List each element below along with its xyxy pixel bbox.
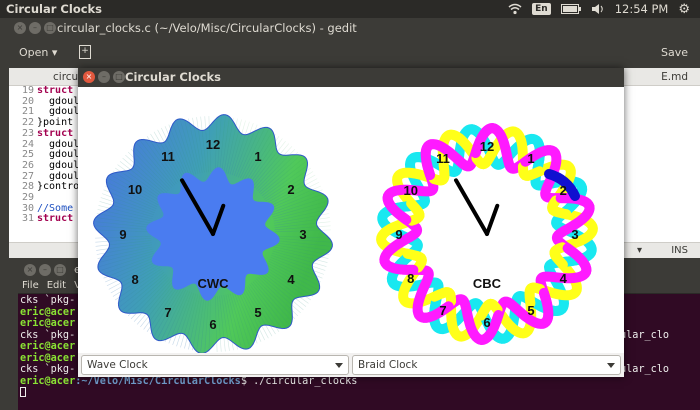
power-gear-icon[interactable]: ⚙: [678, 2, 690, 17]
terminal-cursor: [20, 387, 26, 397]
top-panel: Circular Clocks En 12:54 PM ⚙: [0, 0, 700, 18]
clock-number: 9: [119, 227, 126, 242]
braid-clock-label: CBC: [473, 276, 502, 291]
gedit-title: circular_clocks.c (~/Velo/Misc/CircularC…: [57, 21, 357, 35]
clock-number: 10: [128, 182, 142, 197]
clock-number: 2: [287, 182, 294, 197]
clock-number: 5: [254, 305, 261, 320]
clock-number: 4: [560, 271, 568, 286]
minimize-icon[interactable]: –: [29, 22, 41, 34]
chevron-down-icon: ▾: [51, 46, 58, 59]
clock-number: 10: [404, 183, 418, 198]
clock-number: 3: [571, 227, 578, 242]
terminal-menu-item[interactable]: File: [22, 280, 39, 293]
clock-number: 1: [254, 149, 261, 164]
gedit-window-controls: × – □: [14, 22, 59, 34]
clock-number: 9: [395, 227, 402, 242]
new-document-icon[interactable]: +: [79, 45, 91, 59]
clock-number: 7: [164, 305, 171, 320]
clock-number: 1: [527, 151, 534, 166]
battery-icon[interactable]: [560, 4, 581, 14]
maximize-icon[interactable]: □: [54, 264, 66, 276]
wave-clock-label: CWC: [197, 276, 229, 291]
terminal-menu-item[interactable]: Edit: [47, 280, 66, 293]
right-clock-type-select[interactable]: Braid Clock: [352, 355, 621, 375]
clock-number: 5: [527, 303, 534, 318]
clock-number: 3: [299, 227, 306, 242]
clock-number: 12: [480, 139, 494, 154]
clocks-title: Circular Clocks: [125, 70, 222, 84]
clock-number: 11: [436, 151, 450, 166]
braid-clock: 121234567891011CBC: [376, 123, 598, 345]
line-number: 31: [21, 213, 34, 225]
save-button[interactable]: Save: [661, 46, 688, 59]
gedit-titlebar[interactable]: × – □ circular_clocks.c (~/Velo/Misc/Cir…: [9, 18, 700, 38]
code-text: }contro: [37, 181, 80, 193]
clocks-window-controls: × – □: [83, 71, 128, 83]
insert-mode-indicator: INS: [671, 245, 688, 256]
line-number: 23: [21, 127, 34, 139]
open-button[interactable]: Open ▾: [19, 46, 57, 59]
close-icon[interactable]: ×: [24, 264, 36, 276]
chevron-down-icon: [335, 363, 343, 368]
right-clock-type-value: Braid Clock: [358, 359, 418, 371]
keyboard-layout-indicator[interactable]: En: [532, 3, 551, 15]
clock-number: 4: [287, 272, 295, 287]
terminal-window-controls: × – □: [24, 264, 69, 276]
close-icon[interactable]: ×: [83, 71, 95, 83]
panel-app-title: Circular Clocks: [6, 2, 103, 16]
code-text: struct: [37, 213, 74, 225]
clock-number: 8: [131, 272, 138, 287]
terminal-line: eric@acer:~/Velo/Misc/CircularClocks$ ./…: [20, 375, 358, 387]
gedit-toolbar: Open ▾ + Save: [9, 38, 700, 68]
minute-hand: [485, 203, 500, 236]
panel-clock[interactable]: 12:54 PM: [615, 2, 669, 16]
maximize-icon[interactable]: □: [44, 22, 56, 34]
clock-number: 6: [483, 315, 490, 330]
clocks-titlebar[interactable]: × – □ Circular Clocks: [78, 68, 624, 87]
chevron-down-icon: [607, 363, 615, 368]
close-icon[interactable]: ×: [14, 22, 26, 34]
tab-readme[interactable]: E.md: [661, 71, 688, 83]
minimize-icon[interactable]: –: [39, 264, 51, 276]
terminal-cursor-line: [20, 387, 698, 399]
volume-icon[interactable]: [591, 3, 605, 15]
clock-number: 12: [206, 137, 220, 152]
system-tray: En 12:54 PM ⚙: [508, 0, 700, 18]
left-clock-type-value: Wave Clock: [87, 359, 148, 371]
hour-hand: [454, 178, 489, 236]
maximize-icon[interactable]: □: [113, 71, 125, 83]
tab-circular-clocks[interactable]: circul: [53, 71, 81, 83]
clock-number: 11: [161, 149, 175, 164]
wave-clock: 121234567891011CWC: [93, 114, 333, 353]
clocks-drawing-area: 12 1 2 3 4 5 6 7 8 9 10 11 CWC 12 1 2 3 4 5 6 7 8 9 10 11 CBC: [78, 87, 624, 353]
left-clock-type-select[interactable]: Wave Clock: [81, 355, 349, 375]
circular-clocks-window: × – □ Circular Clocks 12 1 2 3 4 5 6 7 8 9 10 11 CWC: [78, 68, 624, 377]
clock-number: 2: [560, 183, 567, 198]
clock-number: 8: [407, 271, 414, 286]
wifi-icon[interactable]: [508, 3, 522, 15]
code-text: struct: [37, 127, 74, 139]
minimize-icon[interactable]: –: [98, 71, 110, 83]
statusbar-dropdown-icon[interactable]: ▾: [637, 245, 642, 256]
clock-number: 7: [439, 303, 446, 318]
clock-number: 6: [209, 317, 216, 332]
